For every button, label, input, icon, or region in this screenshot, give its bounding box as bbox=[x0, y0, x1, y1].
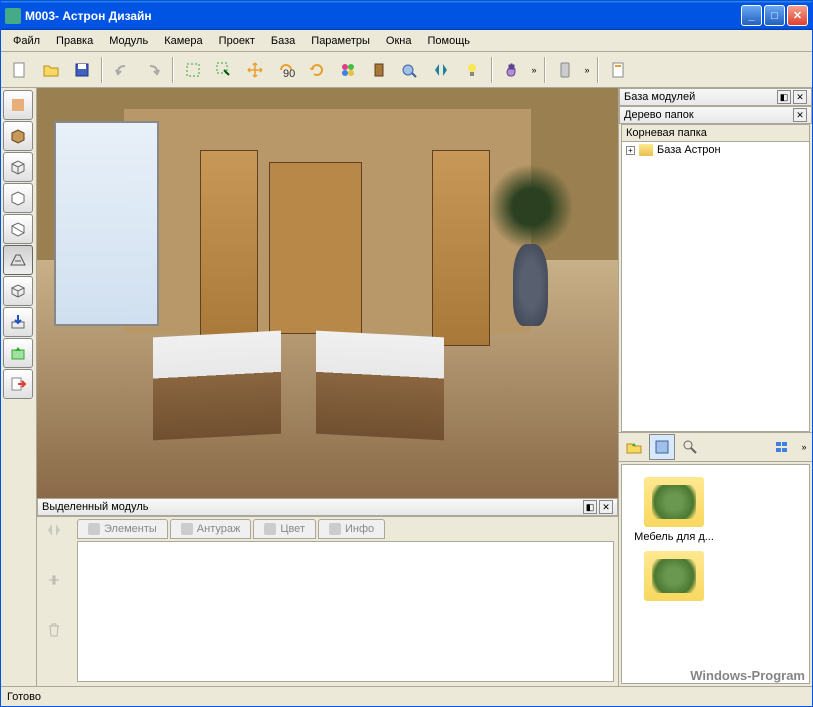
view-large-button[interactable] bbox=[649, 434, 675, 460]
tree-item-astron[interactable]: + База Астрон bbox=[622, 142, 809, 158]
browser-more[interactable]: » bbox=[798, 442, 810, 452]
panel-dock-icon[interactable]: ◧ bbox=[583, 500, 597, 514]
panel-close-icon[interactable]: ✕ bbox=[793, 108, 807, 122]
maximize-button[interactable]: □ bbox=[764, 5, 785, 26]
folder-icon bbox=[644, 551, 704, 601]
tool-import[interactable] bbox=[3, 307, 33, 337]
menu-file[interactable]: Файл bbox=[5, 33, 48, 49]
tool-texture[interactable] bbox=[3, 90, 33, 120]
grid-icon bbox=[88, 523, 100, 535]
tool-iso[interactable] bbox=[3, 276, 33, 306]
minimize-button[interactable]: _ bbox=[741, 5, 762, 26]
menu-camera[interactable]: Камера bbox=[156, 33, 210, 49]
folder-label: Мебель для д... bbox=[634, 531, 714, 543]
toolbar-more-1[interactable]: » bbox=[528, 65, 540, 75]
toolbar-more-2[interactable]: » bbox=[581, 65, 593, 75]
svg-text:90: 90 bbox=[283, 68, 295, 79]
save-button[interactable] bbox=[67, 55, 97, 85]
browser-toolbar: » bbox=[619, 432, 812, 462]
open-button[interactable] bbox=[36, 55, 66, 85]
leaf-icon bbox=[652, 559, 696, 593]
materials-button[interactable] bbox=[333, 55, 363, 85]
phone-button[interactable] bbox=[550, 55, 580, 85]
tree-expand-icon[interactable]: + bbox=[626, 146, 635, 155]
panel-close-icon[interactable]: ✕ bbox=[793, 90, 807, 104]
view-mode-button[interactable] bbox=[770, 434, 796, 460]
menu-project[interactable]: Проект bbox=[211, 33, 263, 49]
undo-button[interactable] bbox=[107, 55, 137, 85]
tab-entourage[interactable]: Антураж bbox=[170, 519, 252, 539]
menu-edit[interactable]: Правка bbox=[48, 33, 101, 49]
panel-dock-icon[interactable]: ◧ bbox=[777, 90, 791, 104]
menu-help[interactable]: Помощь bbox=[419, 33, 478, 49]
move-button[interactable] bbox=[240, 55, 270, 85]
info-icon bbox=[329, 523, 341, 535]
folder-tree-header: Дерево папок ✕ bbox=[619, 106, 812, 124]
browser-folder-1[interactable]: Мебель для д... bbox=[634, 477, 714, 543]
slider-icon[interactable] bbox=[45, 571, 65, 591]
trash-icon[interactable] bbox=[45, 621, 65, 641]
up-folder-button[interactable] bbox=[621, 434, 647, 460]
left-toolbar bbox=[1, 88, 37, 686]
select-rect-button[interactable] bbox=[178, 55, 208, 85]
rotate-button[interactable] bbox=[302, 55, 332, 85]
module-base-label: База модулей bbox=[624, 91, 775, 103]
status-text: Готово bbox=[7, 691, 41, 703]
tool-box-cut[interactable] bbox=[3, 214, 33, 244]
tab-info[interactable]: Инфо bbox=[318, 519, 385, 539]
menu-base[interactable]: База bbox=[263, 33, 303, 49]
mirror-button[interactable] bbox=[426, 55, 456, 85]
tool-add-green[interactable] bbox=[3, 338, 33, 368]
folder-icon bbox=[639, 144, 653, 156]
view-button[interactable] bbox=[395, 55, 425, 85]
tree-item-label: База Астрон bbox=[657, 144, 721, 156]
tab-elements[interactable]: Элементы bbox=[77, 519, 168, 539]
star-icon bbox=[181, 523, 193, 535]
palette-icon bbox=[264, 523, 276, 535]
tool-box-empty[interactable] bbox=[3, 183, 33, 213]
window-title: М003- Астрон Дизайн bbox=[25, 9, 741, 23]
tool-export[interactable] bbox=[3, 369, 33, 399]
close-button[interactable]: ✕ bbox=[787, 5, 808, 26]
menu-module[interactable]: Модуль bbox=[101, 33, 156, 49]
tool-box-solid[interactable] bbox=[3, 121, 33, 151]
rotate-90-button[interactable]: 90 bbox=[271, 55, 301, 85]
new-button[interactable] bbox=[5, 55, 35, 85]
menu-windows[interactable]: Окна bbox=[378, 33, 420, 49]
flip-icon[interactable] bbox=[45, 521, 65, 541]
app-icon bbox=[5, 8, 21, 24]
redo-button[interactable] bbox=[138, 55, 168, 85]
select-cursor-button[interactable] bbox=[209, 55, 239, 85]
door-button[interactable] bbox=[364, 55, 394, 85]
selected-module-label: Выделенный модуль bbox=[42, 501, 581, 513]
tool-box-wire[interactable] bbox=[3, 152, 33, 182]
bottom-panel-body bbox=[77, 541, 614, 682]
tree-root-header: Корневая папка bbox=[622, 125, 809, 142]
browser-folder-2[interactable] bbox=[634, 551, 714, 601]
folder-tree[interactable]: Корневая папка + База Астрон bbox=[621, 124, 810, 432]
search-button[interactable] bbox=[677, 434, 703, 460]
bottom-panel: Элементы Антураж Цвет Инфо bbox=[37, 516, 618, 686]
menubar: Файл Правка Модуль Камера Проект База Па… bbox=[1, 30, 812, 52]
folder-icon bbox=[644, 477, 704, 527]
3d-viewport[interactable] bbox=[37, 88, 618, 498]
panel-close-icon[interactable]: ✕ bbox=[599, 500, 613, 514]
pan-button[interactable] bbox=[497, 55, 527, 85]
selected-module-header: Выделенный модуль ◧ ✕ bbox=[37, 498, 618, 516]
tab-color[interactable]: Цвет bbox=[253, 519, 316, 539]
module-base-header: База модулей ◧ ✕ bbox=[619, 88, 812, 106]
statusbar: Готово bbox=[1, 686, 812, 706]
menu-params[interactable]: Параметры bbox=[303, 33, 378, 49]
folder-tree-label: Дерево папок bbox=[624, 109, 791, 121]
titlebar: М003- Астрон Дизайн _ □ ✕ bbox=[1, 1, 812, 30]
report-button[interactable] bbox=[603, 55, 633, 85]
main-toolbar: 90 » » bbox=[1, 52, 812, 88]
tool-perspective[interactable] bbox=[3, 245, 33, 275]
light-button[interactable] bbox=[457, 55, 487, 85]
leaf-icon bbox=[652, 485, 696, 519]
module-browser[interactable]: Мебель для д... bbox=[621, 464, 810, 684]
